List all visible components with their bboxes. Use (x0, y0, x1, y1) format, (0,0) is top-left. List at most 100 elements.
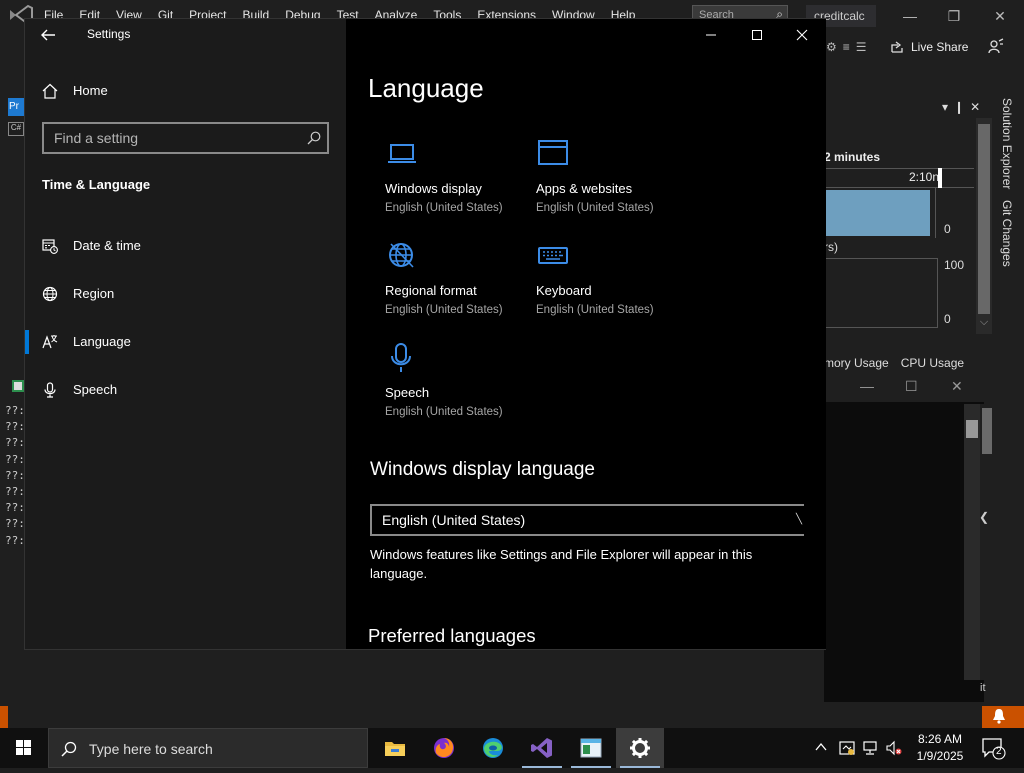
vs-restore-icon[interactable]: ❐ (942, 6, 966, 26)
scroll-down-icon[interactable]: ⌵ (976, 316, 992, 332)
globe-icon (42, 286, 58, 302)
section-heading: Time & Language (42, 177, 151, 192)
keyboard-icon (538, 247, 568, 264)
notification-count: 2 (996, 746, 1002, 757)
sidebar-item-home[interactable]: Home (25, 75, 346, 107)
taskbar-search-placeholder: Type here to search (89, 741, 213, 757)
clock-date: 1/9/2025 (916, 749, 964, 763)
back-arrow-icon[interactable] (39, 27, 57, 43)
tray-app-icon[interactable] (839, 740, 855, 756)
diag-cpu-label: rs) (824, 240, 838, 254)
maximize-icon[interactable] (744, 25, 770, 45)
console-line: ??: (5, 452, 25, 466)
browser-window-icon (538, 140, 568, 165)
chevron-left-icon[interactable]: ❮ (979, 510, 989, 524)
git-changes-tab[interactable]: Git Changes (1000, 200, 1014, 267)
minimize-icon[interactable] (698, 25, 724, 45)
console-body (824, 402, 984, 702)
sidebar-item-label: Speech (73, 382, 118, 397)
taskbar-search-input[interactable]: Type here to search (48, 728, 368, 768)
taskbar-visual-studio[interactable] (518, 728, 566, 768)
console-close-icon[interactable]: ✕ (951, 378, 963, 395)
sidebar-item-date-time[interactable]: Date & time (25, 226, 346, 266)
diag-timeline-label: 2:10n (909, 170, 940, 184)
editor-scrollbar-thumb[interactable] (982, 408, 992, 454)
settings-content: Language Windows display English (United… (346, 19, 826, 649)
tile-keyboard[interactable]: Keyboard English (United States) (536, 241, 686, 331)
taskbar: Type here to search 8:26 AM 1/9/2025 2 (0, 728, 1024, 768)
console-output: ??: ??: ??: ??: ??: ??: ??: ??: ??: (5, 403, 25, 549)
diag-cpu-chart (824, 258, 938, 328)
console-scrollbar[interactable] (964, 404, 980, 680)
panel-controls[interactable]: ▾❙✕ (942, 100, 986, 114)
diag-timeline-marker[interactable] (938, 168, 942, 188)
sidebar-item-language[interactable]: Language (25, 322, 346, 362)
display-language-description: Windows features like Settings and File … (370, 547, 753, 581)
tile-regional-format[interactable]: Regional format English (United States) (385, 241, 535, 331)
taskbar-file-explorer[interactable] (371, 728, 419, 768)
network-icon[interactable] (862, 740, 878, 756)
vs-close-icon[interactable]: ✕ (988, 6, 1012, 26)
taskbar-firefox[interactable] (420, 728, 468, 768)
close-icon[interactable] (789, 25, 815, 45)
sidebar-item-speech[interactable]: Speech (25, 370, 346, 410)
clock-time: 8:26 AM (917, 732, 963, 746)
tile-subtitle: English (United States) (385, 406, 503, 418)
window-title: Settings (87, 27, 131, 41)
tile-subtitle: English (United States) (536, 304, 654, 316)
chevron-up-icon[interactable] (814, 740, 828, 754)
vs-minimize-icon[interactable]: — (898, 6, 922, 26)
settings-window: Settings Home Find a setting Time & Lang… (24, 18, 826, 650)
taskbar-settings[interactable] (616, 728, 664, 768)
tab-cpu-usage[interactable]: CPU Usage (901, 356, 964, 370)
tile-speech[interactable]: Speech English (United States) (385, 343, 535, 433)
windows-logo-icon (16, 740, 31, 755)
notification-center-button[interactable]: 2 (980, 736, 1006, 760)
microphone-icon (391, 343, 411, 372)
console-minimize-icon[interactable]: — (860, 378, 874, 394)
settings-sidebar: Settings Home Find a setting Time & Lang… (25, 19, 346, 649)
tile-title: Apps & websites (536, 181, 633, 196)
search-icon[interactable] (307, 131, 321, 145)
tile-apps-websites[interactable]: Apps & websites English (United States) (536, 139, 686, 229)
diag-scrollbar-thumb[interactable] (978, 124, 990, 314)
tile-subtitle: English (United States) (385, 202, 503, 214)
console-line: ??: (5, 420, 25, 434)
display-language-dropdown[interactable]: English (United States) ╲ (370, 504, 804, 536)
console-scrollbar-thumb[interactable] (966, 420, 978, 438)
tile-title: Regional format (385, 283, 477, 298)
file-explorer-icon (385, 742, 405, 756)
console-maximize-icon[interactable]: ☐ (905, 378, 918, 395)
dropdown-value: English (United States) (382, 512, 526, 528)
notepad-icon (580, 738, 602, 758)
sidebar-item-region[interactable]: Region (25, 274, 346, 314)
tile-windows-display[interactable]: Windows display English (United States) (385, 139, 535, 229)
settings-search-input[interactable]: Find a setting (42, 122, 329, 154)
volume-muted-icon[interactable] (886, 740, 902, 756)
display-language-heading: Windows display language (370, 459, 595, 480)
edge-icon (483, 738, 503, 758)
tab-memory-usage[interactable]: mory Usage (824, 356, 889, 370)
start-button[interactable] (0, 728, 48, 768)
vs-status-indicator (0, 706, 8, 728)
solution-explorer-tab[interactable]: Solution Explorer (1000, 98, 1014, 189)
language-icon (42, 335, 58, 349)
taskbar-notepad[interactable] (567, 728, 615, 768)
taskbar-edge[interactable] (469, 728, 517, 768)
system-clock[interactable]: 8:26 AM 1/9/2025 (912, 731, 968, 765)
tile-subtitle: English (United States) (536, 202, 654, 214)
vs-status-bar (0, 704, 1024, 728)
active-indicator (25, 330, 29, 354)
chevron-down-icon: ╲ (795, 514, 802, 525)
feedback-icon[interactable] (988, 38, 1004, 54)
sidebar-item-label: Language (73, 334, 131, 349)
search-icon (61, 741, 77, 757)
live-share-button[interactable]: Live Share (911, 40, 968, 54)
csharp-file-icon[interactable]: C# (8, 122, 24, 136)
calendar-clock-icon (42, 239, 58, 254)
laptop-icon (388, 144, 416, 163)
diag-tabs: mory Usage CPU Usage (824, 356, 964, 370)
sidebar-item-label: Home (73, 83, 108, 98)
vs-pr-tab[interactable]: Pr (8, 98, 24, 116)
bell-icon[interactable] (992, 708, 1006, 724)
